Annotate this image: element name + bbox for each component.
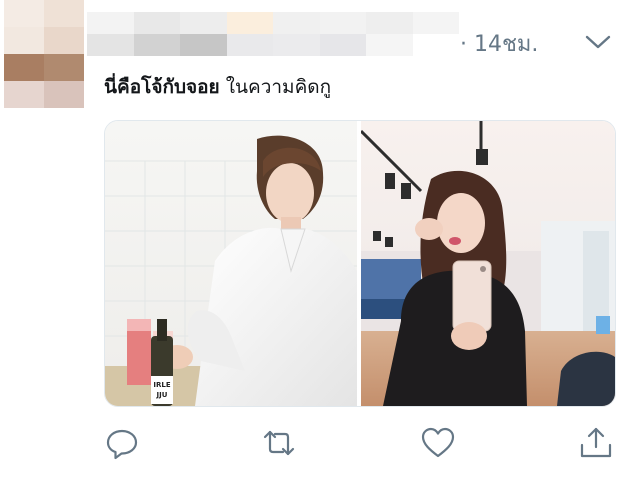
media-grid[interactable]: IRLE JJU xyxy=(104,120,616,407)
tweet-text-rest: ในความคิดกู xyxy=(219,76,332,98)
tweet-timestamp[interactable]: · 14ชม. xyxy=(460,26,538,61)
heart-icon[interactable] xyxy=(420,425,456,461)
tweet-action-bar xyxy=(0,425,627,465)
reply-icon[interactable] xyxy=(104,425,140,461)
chevron-down-icon[interactable] xyxy=(582,26,614,58)
photo-left[interactable]: IRLE JJU xyxy=(105,121,361,406)
time-separator: · xyxy=(460,32,474,57)
avatar[interactable] xyxy=(4,0,84,108)
svg-text:IRLE: IRLE xyxy=(153,381,170,389)
tweet-text-bold: นี่คือโจ้กับจอย xyxy=(104,76,220,98)
tweet-text: นี่คือโจ้กับจอย ในความคิดกู xyxy=(104,72,331,102)
share-icon[interactable] xyxy=(578,425,614,461)
time-label: 14ชม. xyxy=(474,32,539,57)
svg-text:JJU: JJU xyxy=(156,391,168,399)
retweet-icon[interactable] xyxy=(261,425,297,461)
photo-right[interactable] xyxy=(361,121,615,406)
redacted-username[interactable] xyxy=(87,12,459,56)
